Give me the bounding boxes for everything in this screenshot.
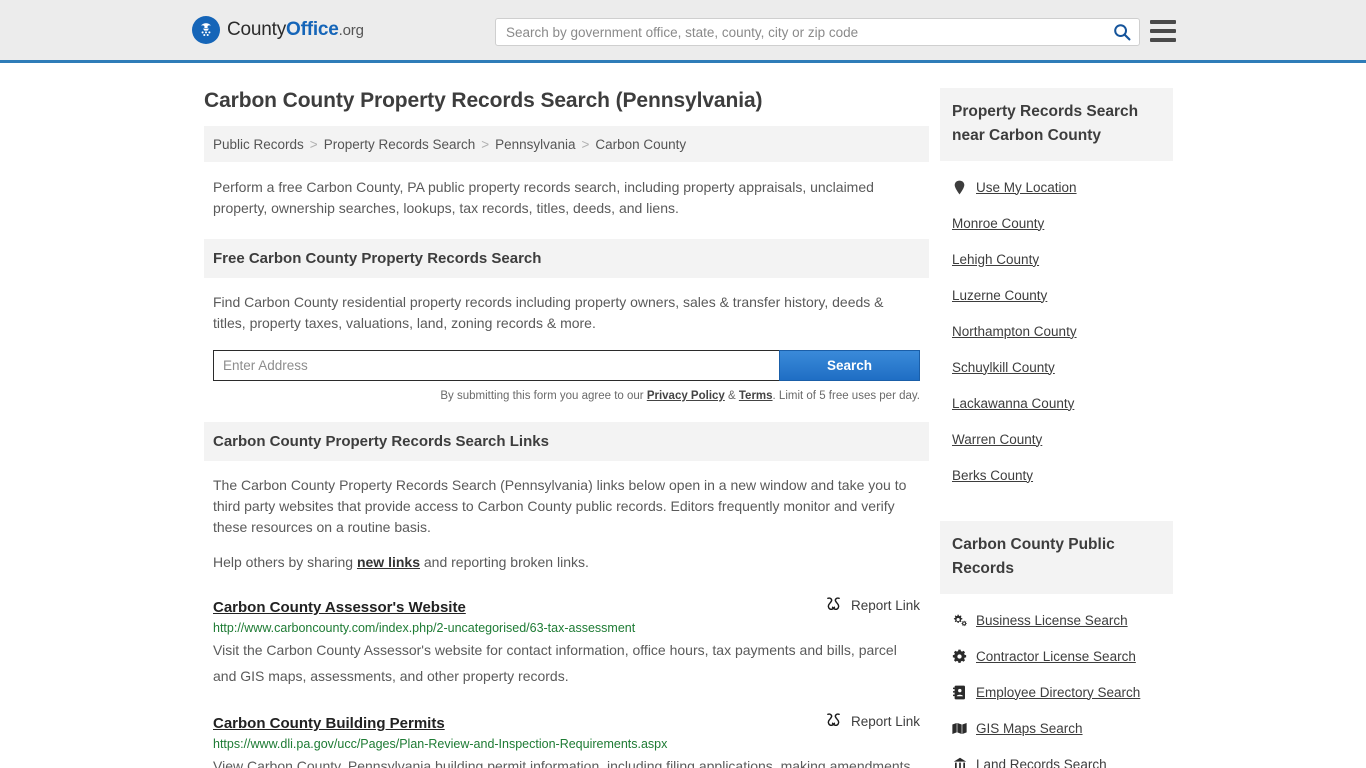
site-logo[interactable]: CountyOffice.org (192, 16, 364, 44)
page-body: Carbon County Property Records Search (P… (0, 63, 1366, 768)
map-icon (952, 722, 967, 735)
new-links-link[interactable]: new links (357, 554, 420, 570)
public-records-list: Business License Search Contractor Licen… (940, 594, 1173, 768)
report-link-button[interactable]: Report Link (825, 711, 920, 731)
legal-prefix: By submitting this form you agree to our (440, 390, 647, 402)
legal-suffix: . Limit of 5 free uses per day. (772, 390, 920, 402)
broken-link-icon (825, 711, 842, 731)
sidebar-item-berks-county[interactable]: Berks County (952, 457, 1173, 493)
link-description: Visit the Carbon County Assessor's websi… (213, 642, 897, 684)
address-search-form: Search (213, 350, 920, 381)
link-url: https://www.dli.pa.gov/ucc/Pages/Plan-Re… (213, 737, 668, 751)
form-legal-note: By submitting this form you agree to our… (204, 381, 929, 402)
sidebar-link-label[interactable]: Luzerne County (952, 288, 1047, 303)
privacy-policy-link[interactable]: Privacy Policy (647, 390, 725, 402)
sidebar-item-gis-maps-search[interactable]: GIS Maps Search (952, 710, 1173, 746)
link-entry-header: Carbon County Assessor's Website Report … (213, 595, 920, 616)
breadcrumb-item-pennsylvania[interactable]: Pennsylvania (495, 137, 575, 152)
hamburger-bar (1150, 29, 1176, 33)
link-entry: Carbon County Building Permits Report Li… (204, 711, 929, 768)
main-content: Carbon County Property Records Search (P… (204, 63, 929, 768)
map-pin-icon (952, 180, 967, 195)
link-url: http://www.carboncounty.com/index.php/2-… (213, 621, 636, 635)
sidebar-link-label[interactable]: Berks County (952, 468, 1033, 483)
sidebar-link-label[interactable]: Lackawanna County (952, 396, 1074, 411)
sidebar-link-label[interactable]: Northampton County (952, 324, 1077, 339)
logo-word-county: County (227, 19, 287, 40)
sidebar-link-label[interactable]: Warren County (952, 432, 1042, 447)
sidebar-link-label[interactable]: Use My Location (976, 180, 1077, 195)
search-icon[interactable] (1105, 19, 1139, 45)
sidebar-item-warren-county[interactable]: Warren County (952, 421, 1173, 457)
legal-amp: & (724, 390, 739, 402)
public-records-heading: Carbon County Public Records (940, 521, 1173, 594)
public-records-block: Carbon County Public Records Business Li… (940, 521, 1173, 768)
report-link-label: Report Link (850, 597, 920, 613)
breadcrumb-item-carbon-county[interactable]: Carbon County (595, 137, 686, 152)
link-title[interactable]: Carbon County Assessor's Website (213, 599, 466, 616)
address-book-icon (952, 685, 967, 700)
sidebar-item-schuylkill-county[interactable]: Schuylkill County (952, 349, 1173, 385)
breadcrumb-separator: > (481, 136, 490, 152)
free-search-heading: Free Carbon County Property Records Sear… (204, 239, 929, 278)
breadcrumb-item-public-records[interactable]: Public Records (213, 137, 304, 152)
sidebar-item-use-my-location[interactable]: Use My Location (952, 169, 1173, 205)
sidebar-item-contractor-license-search[interactable]: Contractor License Search (952, 638, 1173, 674)
sidebar-link-label[interactable]: Monroe County (952, 216, 1044, 231)
right-sidebar: Property Records Search near Carbon Coun… (940, 63, 1173, 768)
sidebar-item-lehigh-county[interactable]: Lehigh County (952, 241, 1173, 277)
link-title[interactable]: Carbon County Building Permits (213, 715, 445, 732)
links-share-note: Help others by sharing new links and rep… (204, 538, 929, 573)
sidebar-link-label[interactable]: Land Records Search (976, 757, 1107, 768)
hamburger-bar (1150, 20, 1176, 24)
cogs-icon (952, 613, 967, 627)
report-link-button[interactable]: Report Link (825, 595, 920, 615)
link-description: View Carbon County, Pennsylvania buildin… (213, 758, 915, 768)
hamburger-bar (1150, 38, 1176, 42)
sidebar-item-employee-directory-search[interactable]: Employee Directory Search (952, 674, 1173, 710)
logo-word-office: Office (286, 19, 339, 40)
cog-icon (952, 649, 967, 664)
sidebar-link-label[interactable]: GIS Maps Search (976, 721, 1083, 736)
breadcrumb: Public Records > Property Records Search… (204, 126, 929, 162)
sidebar-item-land-records-search[interactable]: Land Records Search (952, 746, 1173, 768)
report-link-label: Report Link (850, 713, 920, 729)
links-section-intro: The Carbon County Property Records Searc… (213, 477, 907, 535)
site-header: CountyOffice.org (0, 0, 1366, 63)
sidebar-item-lackawanna-county[interactable]: Lackawanna County (952, 385, 1173, 421)
sidebar-link-label[interactable]: Contractor License Search (976, 649, 1136, 664)
eagle-seal-icon (192, 16, 220, 44)
sidebar-link-label[interactable]: Schuylkill County (952, 360, 1055, 375)
free-search-description: Find Carbon County residential property … (213, 294, 884, 331)
sidebar-item-luzerne-county[interactable]: Luzerne County (952, 277, 1173, 313)
terms-link[interactable]: Terms (739, 390, 773, 402)
address-input[interactable] (213, 350, 779, 381)
logo-wordmark: CountyOffice.org (227, 19, 364, 41)
hamburger-menu-icon[interactable] (1150, 20, 1176, 42)
global-search (495, 18, 1140, 46)
breadcrumb-separator: > (581, 136, 590, 152)
share-prefix: Help others by sharing (213, 554, 357, 570)
sidebar-item-monroe-county[interactable]: Monroe County (952, 205, 1173, 241)
page-title: Carbon County Property Records Search (P… (204, 89, 763, 112)
link-entry-header: Carbon County Building Permits Report Li… (213, 711, 920, 732)
sidebar-item-northampton-county[interactable]: Northampton County (952, 313, 1173, 349)
nearby-search-list: Use My Location Monroe County Lehigh Cou… (940, 161, 1173, 493)
broken-link-icon (825, 595, 842, 615)
page-intro-text: Perform a free Carbon County, PA public … (213, 179, 874, 216)
breadcrumb-item-property-records-search[interactable]: Property Records Search (324, 137, 476, 152)
landmark-icon (952, 757, 967, 768)
links-section-heading: Carbon County Property Records Search Li… (204, 422, 929, 461)
nearby-search-heading: Property Records Search near Carbon Coun… (940, 88, 1173, 161)
address-search-button[interactable]: Search (779, 350, 920, 381)
link-entry: Carbon County Assessor's Website Report … (204, 595, 929, 689)
logo-word-org: .org (338, 22, 364, 39)
search-input[interactable] (496, 19, 1105, 45)
share-suffix: and reporting broken links. (420, 554, 589, 570)
sidebar-link-label[interactable]: Employee Directory Search (976, 685, 1140, 700)
breadcrumb-separator: > (309, 136, 318, 152)
sidebar-link-label[interactable]: Business License Search (976, 613, 1128, 628)
sidebar-item-business-license-search[interactable]: Business License Search (952, 602, 1173, 638)
sidebar-link-label[interactable]: Lehigh County (952, 252, 1039, 267)
